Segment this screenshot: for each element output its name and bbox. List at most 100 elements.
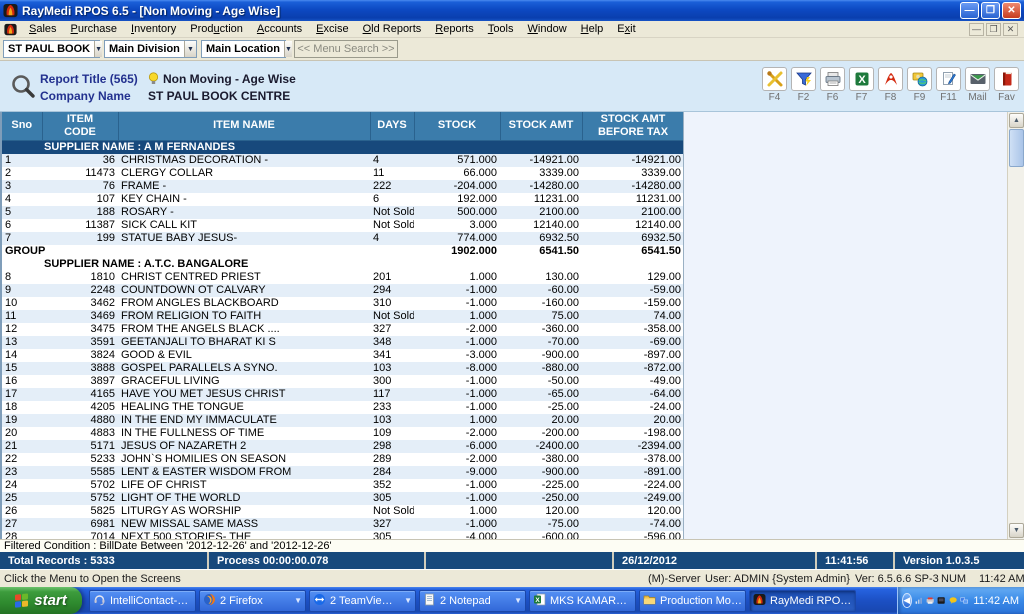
mdi-restore-button[interactable]: ❐ bbox=[986, 23, 1001, 36]
table-row[interactable]: 255752LIGHT OF THE WORLD305-1.000-250.00… bbox=[2, 492, 684, 505]
table-row[interactable]: 136CHRISTMAS DECORATION -4571.000-14921.… bbox=[2, 154, 684, 167]
menu-accounts[interactable]: Accounts bbox=[250, 22, 309, 36]
division-select[interactable]: Main Division ▼ bbox=[104, 40, 197, 58]
company-select[interactable]: ST PAUL BOOK ▼ bbox=[3, 40, 100, 58]
column-header-stock[interactable]: STOCK bbox=[414, 112, 500, 140]
network-icon[interactable] bbox=[960, 594, 968, 607]
restore-button[interactable]: ❐ bbox=[981, 2, 1000, 19]
chevron-down-icon[interactable]: ▼ bbox=[514, 596, 522, 605]
column-header-stock-amt[interactable]: STOCK AMT bbox=[500, 112, 582, 140]
printer-icon bbox=[824, 70, 842, 88]
menu-excise[interactable]: Excise bbox=[309, 22, 355, 36]
table-row[interactable]: 153888GOSPEL PARALLELS A SYNO.103-8.000-… bbox=[2, 362, 684, 375]
currency-button[interactable]: F9 bbox=[906, 67, 933, 103]
chevron-down-icon[interactable]: ▼ bbox=[294, 596, 302, 605]
taskbar-task-2-firefox[interactable]: 2 Firefox▼ bbox=[199, 590, 306, 612]
table-row[interactable]: 235585LENT & EASTER WISDOM FROM284-9.000… bbox=[2, 466, 684, 479]
table-row[interactable]: 81810CHRIST CENTRED PRIEST2011.000130.00… bbox=[2, 271, 684, 284]
menu-production[interactable]: Production bbox=[183, 22, 250, 36]
excel-export-button[interactable]: X F7 bbox=[848, 67, 875, 103]
signal-icon[interactable] bbox=[915, 594, 923, 607]
column-header-stock-amt-before-tax[interactable]: STOCK AMT BEFORE TAX bbox=[582, 112, 684, 140]
table-row[interactable]: 215171JESUS OF NAZARETH 2298-6.000-2400.… bbox=[2, 440, 684, 453]
table-row[interactable]: 276981NEW MISSAL SAME MASS327-1.000-75.0… bbox=[2, 518, 684, 531]
menu-old-reports[interactable]: Old Reports bbox=[356, 22, 429, 36]
settings-button[interactable]: F4 bbox=[761, 67, 788, 103]
search-icon[interactable] bbox=[6, 65, 40, 109]
table-row[interactable]: 4107KEY CHAIN -6192.00011231.0011231.00 bbox=[2, 193, 684, 206]
menu-reports[interactable]: Reports bbox=[428, 22, 481, 36]
table-row[interactable]: 184205HEALING THE TONGUE233-1.000-25.00-… bbox=[2, 401, 684, 414]
menu-window[interactable]: Window bbox=[521, 22, 574, 36]
table-row[interactable]: 113469FROM RELIGION TO FAITHNot Sold1.00… bbox=[2, 310, 684, 323]
table-row[interactable]: 5188ROSARY -Not Sold500.0002100.002100.0… bbox=[2, 206, 684, 219]
column-header-item-name[interactable]: ITEM NAME bbox=[118, 112, 370, 140]
scrollbar-thumb[interactable] bbox=[1009, 129, 1024, 167]
supplier-row[interactable]: SUPPLIER NAME : A.T.C. BANGALORE bbox=[2, 258, 684, 271]
table-row[interactable]: 194880IN THE END MY IMMACULATE1031.00020… bbox=[2, 414, 684, 427]
scroll-up-button[interactable]: ▲ bbox=[1009, 113, 1024, 128]
table-row[interactable]: 225233JOHN`S HOMILIES ON SEASON289-2.000… bbox=[2, 453, 684, 466]
location-select[interactable]: Main Location ▼ bbox=[201, 40, 286, 58]
table-row[interactable]: 133591GEETANJALI TO BHARAT KI S348-1.000… bbox=[2, 336, 684, 349]
chevron-down-icon[interactable]: ▼ bbox=[184, 41, 196, 57]
table-row[interactable]: 7199STATUE BABY JESUS-4774.0006932.50693… bbox=[2, 232, 684, 245]
table-row[interactable]: 103462FROM ANGLES BLACKBOARD310-1.000-16… bbox=[2, 297, 684, 310]
table-row[interactable]: 174165HAVE YOU MET JESUS CHRIST117-1.000… bbox=[2, 388, 684, 401]
tray-collapse-icon[interactable]: ◀ bbox=[902, 593, 912, 608]
menu-tools[interactable]: Tools bbox=[481, 22, 521, 36]
table-row[interactable]: 143824GOOD & EVIL341-3.000-900.00-897.00 bbox=[2, 349, 684, 362]
taskbar-task-raymedi-rpos-6[interactable]: RayMedi RPOS 6.... bbox=[749, 590, 856, 612]
table-row[interactable]: 204883IN THE FULLNESS OF TIME109-2.000-2… bbox=[2, 427, 684, 440]
status-version: Version 1.0.3.5 bbox=[895, 552, 1024, 569]
svg-text:X: X bbox=[535, 597, 540, 604]
taskbar-task-production-module[interactable]: Production Module bbox=[639, 590, 746, 612]
taskbar-tasks: IntelliContact-Ag...2 Firefox▼2 TeamView… bbox=[89, 590, 897, 612]
table-row[interactable]: 211473CLERGY COLLAR1166.0003339.003339.0… bbox=[2, 167, 684, 180]
chevron-down-icon[interactable]: ▼ bbox=[94, 41, 102, 57]
column-header-sno[interactable]: Sno bbox=[2, 112, 42, 140]
table-row[interactable]: 611387SICK CALL KITNot Sold3.00012140.00… bbox=[2, 219, 684, 232]
taskbar-task-mks-kamaraj-xl[interactable]: XMKS KAMARAJ.xl... bbox=[529, 590, 636, 612]
menu-inventory[interactable]: Inventory bbox=[124, 22, 183, 36]
column-header-item-code[interactable]: ITEM CODE bbox=[42, 112, 118, 140]
mdi-minimize-button[interactable]: — bbox=[969, 23, 984, 36]
pdf-export-button[interactable]: F8 bbox=[877, 67, 904, 103]
table-row[interactable]: 163897GRACEFUL LIVING300-1.000-50.00-49.… bbox=[2, 375, 684, 388]
table-row[interactable]: 265825LITURGY AS WORSHIPNot Sold1.000120… bbox=[2, 505, 684, 518]
table-row[interactable]: 123475FROM THE ANGELS BLACK ....327-2.00… bbox=[2, 323, 684, 336]
filter-button[interactable]: F2 bbox=[790, 67, 817, 103]
menu-exit[interactable]: Exit bbox=[610, 22, 642, 36]
print-button[interactable]: F6 bbox=[819, 67, 846, 103]
group-total-row[interactable]: GROUP1902.0006541.506541.50 bbox=[2, 245, 684, 258]
chevron-down-icon[interactable]: ▼ bbox=[404, 596, 412, 605]
pdf-export-icon bbox=[882, 70, 900, 88]
table-row[interactable]: 376FRAME -222-204.000-14280.00-14280.00 bbox=[2, 180, 684, 193]
menu-help[interactable]: Help bbox=[574, 22, 611, 36]
favorites-button[interactable]: Fav bbox=[993, 67, 1020, 103]
minimize-button[interactable]: — bbox=[960, 2, 979, 19]
svg-text:X: X bbox=[858, 74, 866, 86]
app-tray-icon[interactable] bbox=[937, 594, 945, 607]
printer-tray-icon[interactable] bbox=[926, 594, 934, 607]
close-button[interactable]: ✕ bbox=[1002, 2, 1021, 19]
edit-document-button[interactable]: F11 bbox=[935, 67, 962, 103]
supplier-row[interactable]: SUPPLIER NAME : A M FERNANDES bbox=[2, 140, 684, 154]
chevron-down-icon[interactable]: ▼ bbox=[284, 41, 292, 57]
column-header-days[interactable]: DAYS bbox=[370, 112, 414, 140]
mail-button[interactable]: Mail bbox=[964, 67, 991, 103]
menu-purchase[interactable]: Purchase bbox=[64, 22, 124, 36]
taskbar-task-intellicontact-ag[interactable]: IntelliContact-Ag... bbox=[89, 590, 196, 612]
menu-search-input[interactable]: << Menu Search >> bbox=[294, 40, 398, 58]
taskbar-task-2-notepad[interactable]: 2 Notepad▼ bbox=[419, 590, 526, 612]
start-button[interactable]: start bbox=[0, 587, 82, 614]
table-row[interactable]: 245702LIFE OF CHRIST352-1.000-225.00-224… bbox=[2, 479, 684, 492]
table-row[interactable]: 92248COUNTDOWN OT CALVARY294-1.000-60.00… bbox=[2, 284, 684, 297]
scroll-down-button[interactable]: ▼ bbox=[1009, 523, 1024, 538]
menu-sales[interactable]: Sales bbox=[22, 22, 64, 36]
taskbar-task-2-teamviewer-8[interactable]: 2 TeamViewer 8▼ bbox=[309, 590, 416, 612]
messenger-icon[interactable] bbox=[949, 594, 957, 607]
table-row[interactable]: 287014NEXT 500 STORIES- THE305-4.000-600… bbox=[2, 531, 684, 540]
mdi-close-button[interactable]: ✕ bbox=[1003, 23, 1018, 36]
vertical-scrollbar[interactable]: ▲ ▼ bbox=[1007, 112, 1024, 539]
